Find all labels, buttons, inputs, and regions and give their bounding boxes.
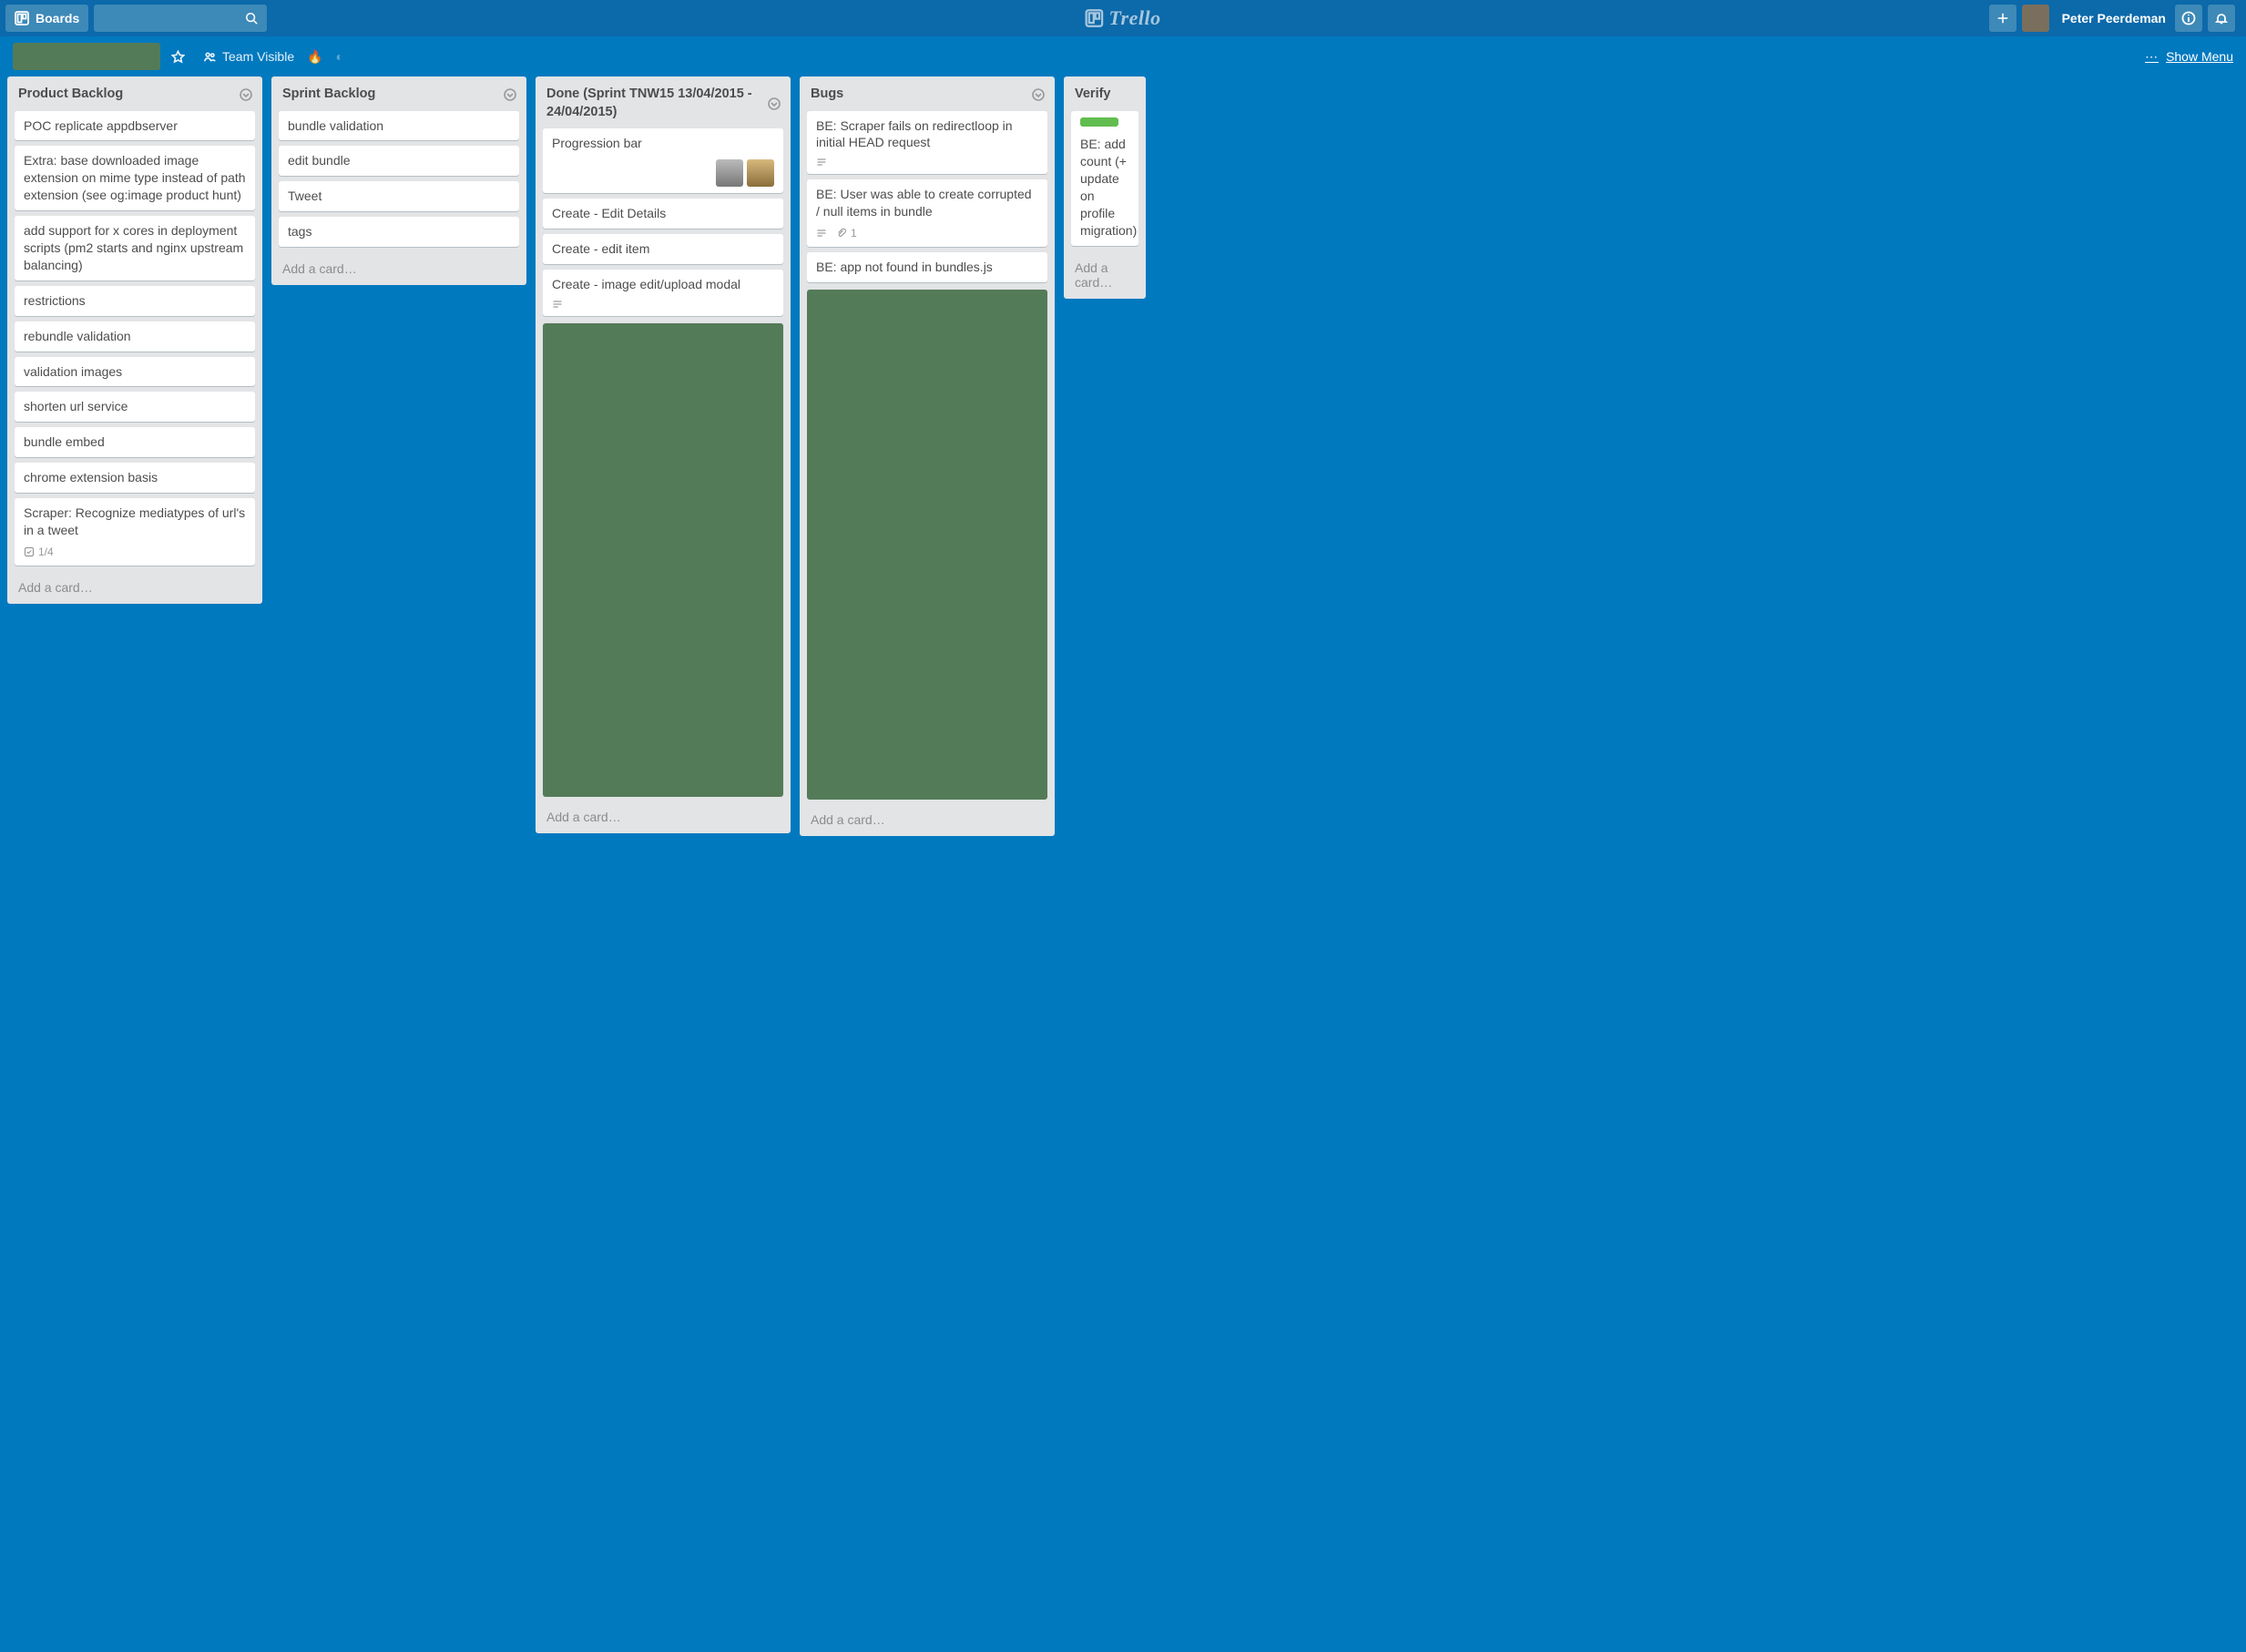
list-bugs: Bugs BE: Scraper fails on redirectloop i… bbox=[800, 76, 1055, 836]
boards-icon bbox=[15, 11, 29, 25]
add-card-button[interactable]: Add a card… bbox=[271, 254, 526, 285]
member-avatar[interactable] bbox=[716, 159, 743, 187]
attachment-icon bbox=[836, 228, 847, 239]
description-icon bbox=[816, 157, 827, 168]
description-icon bbox=[816, 228, 827, 239]
team-icon bbox=[203, 50, 217, 64]
boards-label: Boards bbox=[36, 11, 79, 25]
show-menu-label: Show Menu bbox=[2166, 49, 2233, 64]
star-icon bbox=[171, 50, 185, 64]
search-icon bbox=[245, 12, 258, 25]
list-menu-icon[interactable] bbox=[1031, 87, 1046, 102]
board-name[interactable] bbox=[13, 43, 160, 70]
card[interactable]: add support for x cores in deployment sc… bbox=[15, 216, 255, 280]
board: Product Backlog POC replicate appdbserve… bbox=[0, 76, 2246, 1652]
card[interactable]: restrictions bbox=[15, 286, 255, 316]
card[interactable]: Create - edit item bbox=[543, 234, 783, 264]
description-badge bbox=[816, 157, 827, 168]
visibility-button[interactable]: Team Visible bbox=[203, 49, 294, 64]
card[interactable]: Extra: base downloaded image extension o… bbox=[15, 146, 255, 210]
card[interactable]: edit bundle bbox=[279, 146, 519, 176]
card[interactable]: BE: Scraper fails on redirectloop in ini… bbox=[807, 111, 1047, 175]
info-icon bbox=[2181, 11, 2196, 25]
app-name: Trello bbox=[1108, 6, 1160, 30]
list-cards: BE: Scraper fails on redirectloop in ini… bbox=[800, 107, 1055, 291]
card[interactable]: rebundle validation bbox=[15, 321, 255, 352]
card-members bbox=[552, 159, 774, 187]
create-button[interactable] bbox=[1989, 5, 2016, 32]
app-header: Boards Trello Peter Peerdeman bbox=[0, 0, 2246, 36]
checklist-icon bbox=[24, 546, 35, 557]
checklist-badge: 1/4 bbox=[24, 545, 54, 559]
card[interactable]: validation images bbox=[15, 357, 255, 387]
attachment-badge: 1 bbox=[836, 226, 857, 240]
card[interactable]: Create - Edit Details bbox=[543, 199, 783, 229]
redacted-content bbox=[807, 290, 1047, 800]
card[interactable]: Progression bar bbox=[543, 128, 783, 193]
card[interactable]: chrome extension basis bbox=[15, 463, 255, 493]
boards-button[interactable]: Boards bbox=[5, 5, 88, 32]
show-menu-button[interactable]: ⋯ Show Menu bbox=[2145, 49, 2233, 65]
board-emoji-placeholder[interactable]: ◐ bbox=[336, 49, 343, 64]
card[interactable]: Scraper: Recognize mediatypes of url's i… bbox=[15, 498, 255, 566]
add-card-button[interactable]: Add a card… bbox=[1064, 253, 1146, 299]
list-title[interactable]: Sprint Backlog bbox=[282, 84, 503, 106]
add-card-button[interactable]: Add a card… bbox=[536, 802, 791, 833]
list-menu-icon[interactable] bbox=[239, 87, 253, 102]
board-header: Team Visible 🔥 ◐ ⋯ Show Menu bbox=[0, 36, 2246, 76]
add-card-button[interactable]: Add a card… bbox=[7, 573, 262, 604]
ellipsis-icon: ⋯ bbox=[2145, 49, 2159, 65]
description-badge bbox=[816, 228, 827, 239]
card[interactable]: BE: User was able to create corrupted / … bbox=[807, 179, 1047, 247]
list-cards: BE: add count (+ update on profile migra… bbox=[1064, 107, 1146, 253]
board-emoji-fire[interactable]: 🔥 bbox=[307, 49, 322, 65]
card[interactable]: POC replicate appdbserver bbox=[15, 111, 255, 141]
card[interactable]: shorten url service bbox=[15, 392, 255, 422]
card[interactable]: BE: add count (+ update on profile migra… bbox=[1071, 111, 1138, 246]
list-title[interactable]: Bugs bbox=[811, 84, 1031, 106]
list-menu-icon[interactable] bbox=[767, 97, 781, 111]
list-menu-icon[interactable] bbox=[503, 87, 517, 102]
member-avatar[interactable] bbox=[747, 159, 774, 187]
add-card-button[interactable]: Add a card… bbox=[800, 805, 1055, 836]
card[interactable]: bundle validation bbox=[279, 111, 519, 141]
card[interactable]: bundle embed bbox=[15, 427, 255, 457]
redacted-content bbox=[543, 323, 783, 797]
user-name[interactable]: Peter Peerdeman bbox=[2053, 11, 2175, 25]
card[interactable]: BE: app not found in bundles.js bbox=[807, 252, 1047, 282]
list-cards: Progression bar Create - Edit Details Cr… bbox=[536, 125, 791, 323]
list-title[interactable]: Done (Sprint TNW15 13/04/2015 - 24/04/20… bbox=[546, 84, 767, 123]
card[interactable]: Create - image edit/upload modal bbox=[543, 270, 783, 316]
list-title[interactable]: Verify bbox=[1075, 84, 1137, 106]
list-cards: POC replicate appdbserver Extra: base do… bbox=[7, 107, 262, 574]
star-button[interactable] bbox=[171, 50, 190, 64]
list-product-backlog: Product Backlog POC replicate appdbserve… bbox=[7, 76, 262, 604]
app-logo[interactable]: Trello bbox=[1085, 6, 1160, 30]
notifications-button[interactable] bbox=[2208, 5, 2235, 32]
label-green bbox=[1080, 117, 1118, 127]
plus-icon bbox=[1996, 12, 2009, 25]
list-verify: Verify BE: add count (+ update on profil… bbox=[1064, 76, 1146, 299]
visibility-label: Team Visible bbox=[222, 49, 294, 64]
trello-logo-icon bbox=[1085, 9, 1103, 27]
card[interactable]: tags bbox=[279, 217, 519, 247]
list-cards: bundle validation edit bundle Tweet tags bbox=[271, 107, 526, 255]
list-title[interactable]: Product Backlog bbox=[18, 84, 239, 106]
avatar[interactable] bbox=[2022, 5, 2049, 32]
description-icon bbox=[552, 299, 563, 310]
card[interactable]: Tweet bbox=[279, 181, 519, 211]
list-done: Done (Sprint TNW15 13/04/2015 - 24/04/20… bbox=[536, 76, 791, 833]
info-button[interactable] bbox=[2175, 5, 2202, 32]
search-input[interactable] bbox=[94, 5, 267, 32]
bell-icon bbox=[2214, 11, 2229, 25]
description-badge bbox=[552, 299, 563, 310]
list-sprint-backlog: Sprint Backlog bundle validation edit bu… bbox=[271, 76, 526, 285]
